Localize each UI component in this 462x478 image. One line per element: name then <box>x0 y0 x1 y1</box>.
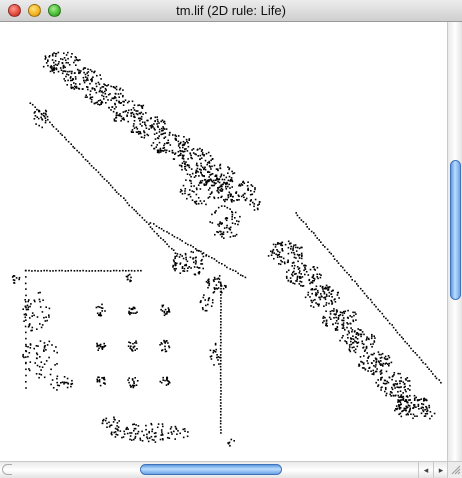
horizontal-scroll-track-cap <box>2 464 12 475</box>
life-canvas[interactable] <box>0 22 447 461</box>
cell-pattern <box>11 51 442 447</box>
app-window: tm.lif (2D rule: Life) ◂ ▸ <box>0 0 462 478</box>
horizontal-scroll-thumb[interactable] <box>140 464 282 475</box>
horizontal-scrollbar[interactable]: ◂ ▸ <box>0 461 447 478</box>
scroll-left-arrow-icon[interactable]: ◂ <box>418 462 433 478</box>
scroll-right-arrow-icon[interactable]: ▸ <box>433 462 448 478</box>
vertical-scrollbar[interactable] <box>447 22 462 461</box>
vertical-scroll-thumb[interactable] <box>450 160 461 300</box>
title-bar[interactable]: tm.lif (2D rule: Life) <box>0 0 462 22</box>
window-title: tm.lif (2D rule: Life) <box>176 3 286 18</box>
resize-grip-icon[interactable] <box>447 461 462 478</box>
